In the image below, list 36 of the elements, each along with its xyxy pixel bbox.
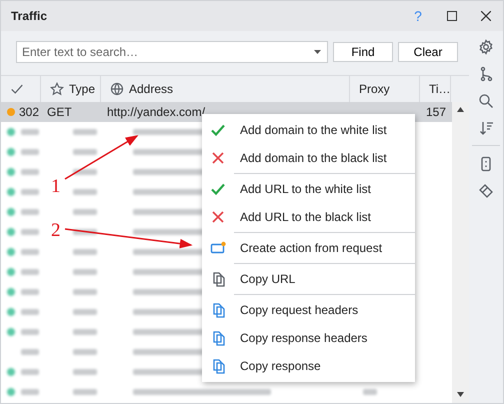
table-cell-text: 157 <box>425 105 448 119</box>
annotation-label: 1 <box>51 176 60 197</box>
check-icon <box>210 122 226 138</box>
clear-button[interactable]: Clear <box>398 42 458 62</box>
menu-item[interactable]: Copy response headers <box>202 324 415 352</box>
maximize-icon <box>447 11 457 21</box>
menu-item[interactable]: Copy request headers <box>202 296 415 324</box>
find-button[interactable]: Find <box>333 42 393 62</box>
status-code: 302 <box>19 105 40 119</box>
sort-icon <box>478 120 494 136</box>
table-cell-text: http://yandex.com/ <box>106 105 206 119</box>
annotation-label: 2 <box>51 220 60 241</box>
cross-icon <box>210 150 226 166</box>
eraser-icon <box>478 182 494 198</box>
menu-item[interactable]: Add URL to the black list <box>202 203 415 231</box>
search-field[interactable]: Enter text to search… <box>16 41 328 63</box>
menu-item[interactable]: Add URL to the white list <box>202 175 415 203</box>
globe-icon <box>110 82 124 96</box>
window-title: Traffic <box>11 9 48 23</box>
check-icon <box>210 181 226 197</box>
menu-item[interactable]: Copy URL <box>202 265 415 293</box>
close-icon <box>481 11 491 21</box>
branch-icon <box>478 66 494 82</box>
settings-icon <box>478 38 494 54</box>
scroll-down-icon <box>457 392 464 397</box>
table-cell-text: GET <box>46 105 73 119</box>
check-icon <box>10 82 24 96</box>
menu-item[interactable]: Copy response <box>202 352 415 380</box>
action-icon <box>210 240 226 256</box>
menu-item[interactable]: Add domain to the black list <box>202 144 415 172</box>
menu-item[interactable]: Create action from request <box>202 234 415 262</box>
search-icon <box>478 92 494 108</box>
star-icon <box>50 82 64 96</box>
dropdown-icon <box>314 50 321 54</box>
cross-icon <box>210 209 226 225</box>
scroll-up-icon <box>457 107 464 112</box>
